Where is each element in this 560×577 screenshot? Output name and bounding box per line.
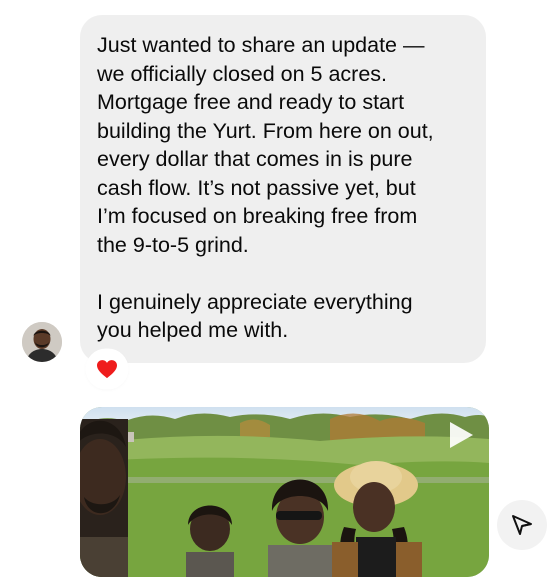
message-paragraph: Just wanted to share an update — we offi… (97, 33, 434, 257)
heart-reaction[interactable] (87, 350, 127, 388)
heart-icon (97, 360, 117, 379)
sender-avatar[interactable] (22, 322, 62, 362)
play-icon[interactable] (444, 419, 476, 451)
message-paragraph: I genuinely appreciate everything you he… (97, 289, 413, 343)
avatar-photo (22, 322, 62, 362)
message-bubble[interactable]: Just wanted to share an update — we offi… (80, 15, 486, 363)
video-thumbnail (80, 407, 489, 577)
media-attachment[interactable] (80, 407, 489, 577)
send-icon (512, 515, 532, 535)
share-button[interactable] (497, 500, 547, 550)
